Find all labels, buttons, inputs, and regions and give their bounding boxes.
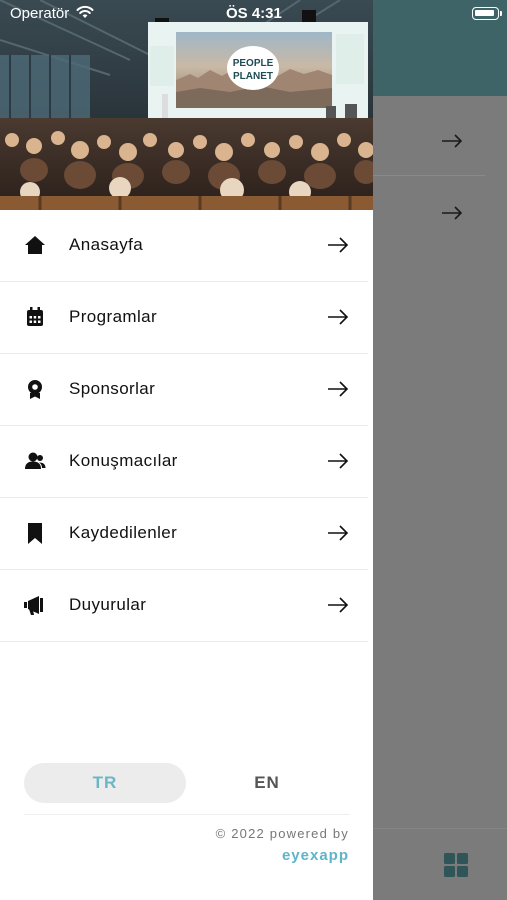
battery-icon [472, 7, 499, 20]
menu-item-sponsorlar[interactable]: Sponsorlar [0, 354, 368, 426]
menu-item-programlar[interactable]: Programlar [0, 282, 368, 354]
status-bar: Operatör ÖS 4:31 [0, 0, 507, 28]
arrow-right-icon [442, 206, 463, 220]
grid-icon [444, 853, 468, 877]
menu-item-kaydedilenler[interactable]: Kaydedilenler [0, 498, 368, 570]
menu-item-anasayfa[interactable]: Anasayfa [0, 210, 368, 282]
menu-item-label: Anasayfa [69, 235, 144, 254]
award-icon [28, 380, 42, 399]
menu-item-konusmacilar[interactable]: Konuşmacılar [0, 426, 368, 498]
language-option-tr[interactable]: TR [24, 763, 186, 803]
screen-title-line2: PLANET [233, 71, 273, 82]
arrow-right-icon [328, 381, 349, 397]
battery-tip [500, 11, 502, 16]
background-list-item [373, 104, 485, 176]
powered-by-text: © 2022 powered by [215, 826, 349, 841]
menu-item-label: Kaydedilenler [69, 523, 178, 542]
carrier-label: Operatör [10, 5, 70, 22]
bookmark-icon [28, 523, 42, 544]
arrow-right-icon [328, 453, 349, 469]
menu-item-label: Konuşmacılar [69, 451, 178, 470]
menu-item-label: Duyurular [69, 595, 147, 614]
menu-item-label: Programlar [69, 307, 158, 326]
footer-divider [24, 814, 350, 815]
people-icon [25, 452, 46, 469]
arrow-right-icon [328, 525, 349, 541]
background-list-item [373, 176, 485, 248]
brand-link[interactable]: eyexapp [282, 847, 349, 864]
clock: ÖS 4:31 [226, 5, 282, 22]
menu-item-label: Sponsorlar [69, 379, 156, 398]
drawer-menu: Anasayfa Programlar Sponsorlar Konuşmacı… [0, 210, 373, 642]
arrow-right-icon [328, 309, 349, 325]
calendar-icon [27, 307, 43, 326]
tab-bar-divider [373, 828, 507, 829]
menu-item-duyurular[interactable]: Duyurular [0, 570, 368, 642]
arrow-right-icon [442, 134, 463, 148]
arrow-right-icon [328, 237, 349, 253]
wifi-icon [76, 5, 94, 18]
home-icon [25, 236, 45, 254]
language-option-en[interactable]: EN [186, 763, 348, 803]
event-hero-image: PEOPLE PLANET [0, 0, 373, 210]
screen-title-line1: PEOPLE [233, 58, 274, 69]
megaphone-icon [24, 596, 43, 615]
language-switch: TR EN [24, 763, 348, 803]
navigation-drawer: PEOPLE PLANET Anasayfa Programlar Sponso… [0, 0, 373, 900]
arrow-right-icon [328, 597, 349, 613]
